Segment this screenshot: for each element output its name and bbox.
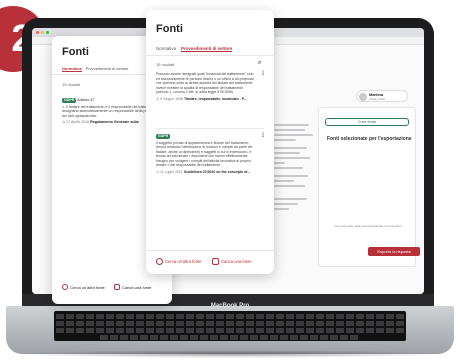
divider: [146, 55, 274, 56]
list-item[interactable]: GDPR Il soggetto privato di appartenenza…: [156, 134, 254, 174]
laptop-shadow: [10, 350, 450, 358]
item-date: 9 Giugno 1998: [160, 96, 184, 101]
create-source-button[interactable]: Crea fonte: [325, 118, 409, 126]
avatar: [359, 93, 367, 101]
upload-source-link[interactable]: Carica una fonte: [114, 284, 151, 290]
upload-source-link[interactable]: Carica una fonte: [212, 258, 252, 265]
item-date: 27 Aprile 2016: [66, 120, 90, 125]
maximize-window-icon[interactable]: [46, 31, 49, 34]
filter-icon[interactable]: ⌕: [258, 60, 261, 67]
user-card[interactable]: Martina Visita profilo: [356, 90, 408, 102]
tab-normativa[interactable]: Normativa: [62, 66, 82, 72]
calendar-icon: ◷: [156, 169, 160, 174]
add-source-link[interactable]: Cerca un'altra fonte: [156, 258, 201, 265]
add-source-label: Cerca un'altra fonte: [165, 259, 202, 264]
source-tag: GDPR: [62, 98, 77, 103]
item-source: Titolare, responsabile, incaricato - P..…: [184, 96, 247, 101]
add-source-label: Cerca un'altra fonte: [70, 284, 105, 290]
list-item[interactable]: Possono essere designati quali "incarica…: [156, 72, 254, 101]
user-sub: Visita profilo: [369, 97, 386, 101]
item-date: 11 Luglio 2021: [160, 169, 183, 174]
card-title: Fonti: [156, 23, 183, 35]
item-source: Regolamento Generale sulla: [90, 120, 139, 125]
search-icon: [156, 258, 163, 265]
kebab-menu-icon[interactable]: ⋮: [260, 71, 266, 77]
calendar-icon: ◷: [156, 96, 160, 101]
source-tag: GDPR: [156, 134, 171, 139]
upload-icon: [212, 258, 219, 265]
results-count: 15 risultati: [156, 62, 175, 67]
close-window-icon[interactable]: [36, 31, 39, 34]
add-source-link[interactable]: Cerca un'altra fonte: [62, 284, 105, 290]
minimize-window-icon[interactable]: [41, 31, 44, 34]
key-row: [56, 328, 404, 333]
kebab-menu-icon[interactable]: ⋮: [260, 133, 266, 139]
card-title: Fonti: [62, 46, 89, 58]
export-answer-button[interactable]: Esporta la risposta: [368, 247, 420, 256]
key-row: [56, 314, 404, 319]
card-tabs: Normativa Provvedimenti di settore: [62, 66, 128, 72]
upload-icon: [114, 284, 120, 290]
divider: [156, 128, 264, 129]
search-icon: [62, 284, 68, 290]
article-ref: Articolo 37: [77, 98, 95, 102]
tab-provvedimenti[interactable]: Provvedimenti di settore: [181, 46, 233, 52]
key-row: [100, 335, 360, 340]
item-text: Il soggetto privato di appartenenza e ti…: [156, 140, 253, 168]
upload-source-label: Carica una fonte: [221, 259, 252, 264]
export-panel: Crea fonte Fonti selezionate per l'espor…: [318, 107, 416, 267]
divider: [146, 250, 274, 251]
results-count: 15 risultati: [62, 82, 81, 87]
tab-normativa[interactable]: Normativa: [156, 46, 176, 52]
item-text: Possono essere designati quali "incarica…: [156, 72, 254, 94]
key-row: [56, 321, 404, 326]
card-tabs: Normativa Provvedimenti di settore: [156, 46, 233, 52]
upload-source-label: Carica una fonte: [122, 284, 152, 290]
tab-provvedimenti[interactable]: Provvedimenti di settore: [86, 66, 129, 72]
export-panel-title: Fonti selezionate per l'esportazione: [327, 136, 412, 142]
sources-card-front: Fonti Normativa Provvedimenti di settore…: [146, 10, 274, 274]
export-panel-question: Vuoi esportare delle fonti testuali alle…: [334, 224, 402, 228]
item-source: Guidelines 07/2020 on the concepts of...: [183, 169, 251, 174]
calendar-icon: ◷: [62, 120, 66, 125]
